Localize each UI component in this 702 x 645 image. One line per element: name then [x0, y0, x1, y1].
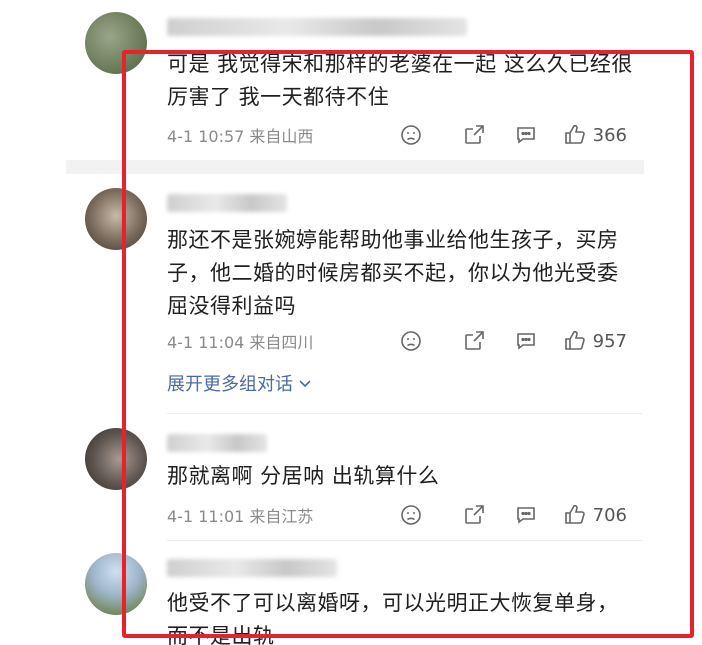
- share-icon[interactable]: [461, 328, 487, 354]
- comment-meta: 4-1 11:01 来自江苏 706: [167, 502, 627, 528]
- username-blurred[interactable]: [167, 18, 467, 36]
- dislike-icon[interactable]: [398, 122, 424, 148]
- like-button[interactable]: 706: [563, 503, 627, 527]
- like-button[interactable]: 366: [563, 123, 627, 147]
- dislike-icon[interactable]: [398, 502, 424, 528]
- like-count: 366: [592, 124, 627, 146]
- avatar[interactable]: [85, 12, 147, 74]
- avatar[interactable]: [85, 428, 147, 490]
- dislike-icon[interactable]: [398, 328, 424, 354]
- comment-text: 那还不是张婉婷能帮助他事业给他生孩子，买房子，他二婚的时候房都买不起，你以为他光…: [167, 228, 619, 318]
- comment-icon[interactable]: [513, 122, 539, 148]
- comment-item-3: 那就离啊 分居呐 出轨算什么 4-1 11:01 来自江苏 706: [0, 414, 702, 540]
- section-separator: [66, 160, 644, 174]
- comment-item-4: 他受不了可以离婚呀，可以光明正大恢复单身，而不是出轨: [0, 541, 702, 645]
- expand-more-label: 展开更多组对话: [167, 374, 293, 395]
- like-count: 706: [592, 504, 627, 526]
- like-icon: [564, 504, 585, 524]
- comment-item-1: 可是 我觉得宋和那样的老婆在一起 这么久已经很厉害了 我一天都待不住 4-1 1…: [0, 0, 702, 160]
- comment-icon[interactable]: [513, 328, 539, 354]
- comment-time: 4-1 11:04 来自四川: [167, 333, 314, 352]
- username-blurred[interactable]: [167, 194, 287, 212]
- like-count: 957: [592, 330, 627, 352]
- avatar[interactable]: [85, 553, 147, 615]
- like-button[interactable]: 957: [563, 329, 627, 353]
- share-icon[interactable]: [461, 122, 487, 148]
- share-icon[interactable]: [461, 502, 487, 528]
- comment-actions: 366: [398, 122, 627, 148]
- comment-icon[interactable]: [513, 502, 539, 528]
- comment-actions: 706: [398, 502, 627, 528]
- comment-meta: 4-1 10:57 来自山西 366: [167, 122, 627, 148]
- comment-text: 那就离啊 分居呐 出轨算什么: [167, 464, 440, 488]
- like-icon: [564, 124, 585, 144]
- comment-actions: 957: [398, 328, 627, 354]
- comment-meta: 4-1 11:04 来自四川 957: [167, 328, 627, 354]
- username-blurred[interactable]: [167, 559, 337, 577]
- comment-time: 4-1 10:57 来自山西: [167, 127, 314, 146]
- comment-item-2: 那还不是张婉婷能帮助他事业给他生孩子，买房子，他二婚的时候房都买不起，你以为他光…: [0, 174, 702, 414]
- comment-text: 他受不了可以离婚呀，可以光明正大恢复单身，而不是出轨: [167, 591, 619, 645]
- comment-text: 可是 我觉得宋和那样的老婆在一起 这么久已经很厉害了 我一天都待不住: [167, 52, 633, 109]
- avatar[interactable]: [85, 188, 147, 250]
- chevron-down-icon: [299, 380, 311, 388]
- expand-more-link[interactable]: 展开更多组对话: [167, 370, 313, 396]
- username-blurred[interactable]: [167, 434, 267, 452]
- like-icon: [564, 330, 585, 350]
- comment-time: 4-1 11:01 来自江苏: [167, 507, 314, 526]
